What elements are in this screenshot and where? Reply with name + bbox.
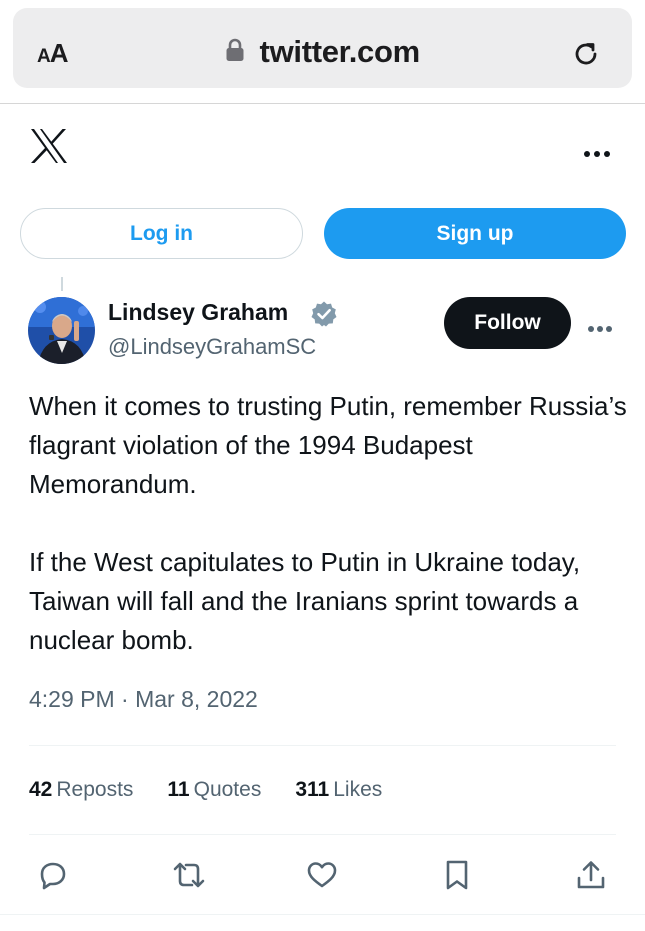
tweet-more-icon[interactable]	[587, 320, 613, 338]
thread-connector	[61, 277, 63, 291]
quotes-label: Quotes	[193, 778, 262, 801]
author-handle[interactable]: @LindseyGrahamSC	[108, 334, 316, 360]
avatar[interactable]	[28, 297, 95, 364]
divider	[29, 745, 616, 746]
reposts-stat[interactable]: 42 Reposts	[29, 778, 133, 802]
verified-badge-icon	[310, 300, 338, 333]
reply-icon[interactable]	[36, 858, 70, 897]
url-display[interactable]: twitter.com	[13, 34, 632, 70]
quotes-stat[interactable]: 11 Quotes	[167, 778, 261, 802]
url-pill[interactable]: AA twitter.com	[13, 8, 632, 88]
reposts-count: 42	[29, 778, 53, 801]
more-icon[interactable]	[583, 145, 611, 163]
login-button[interactable]: Log in	[20, 208, 303, 259]
share-icon[interactable]	[574, 858, 608, 897]
browser-address-bar: AA twitter.com	[0, 0, 645, 104]
reload-icon[interactable]	[571, 39, 601, 74]
follow-button[interactable]: Follow	[444, 297, 571, 349]
like-icon[interactable]	[305, 858, 339, 897]
tweet-date: Mar 8, 2022	[135, 686, 258, 712]
likes-count: 311	[295, 778, 330, 801]
likes-stat[interactable]: 311 Likes	[295, 778, 382, 802]
bookmark-icon[interactable]	[441, 858, 473, 897]
x-logo-icon[interactable]	[30, 128, 68, 169]
quotes-count: 11	[167, 778, 190, 801]
tweet-stats: 42 Reposts 11 Quotes 311 Likes	[29, 778, 416, 802]
reposts-label: Reposts	[56, 778, 134, 801]
lock-icon	[225, 38, 245, 67]
repost-icon[interactable]	[171, 858, 207, 897]
signup-button[interactable]: Sign up	[324, 208, 626, 259]
tweet-text: When it comes to trusting Putin, remembe…	[29, 391, 627, 655]
divider	[0, 914, 645, 915]
meta-separator: ·	[121, 686, 129, 712]
author-name[interactable]: Lindsey Graham	[108, 299, 288, 326]
tweet-time: 4:29 PM	[29, 686, 115, 712]
url-text: twitter.com	[259, 34, 421, 69]
likes-label: Likes	[333, 778, 383, 801]
divider	[29, 834, 616, 835]
tweet-timestamp[interactable]: 4:29 PM · Mar 8, 2022	[29, 686, 258, 713]
